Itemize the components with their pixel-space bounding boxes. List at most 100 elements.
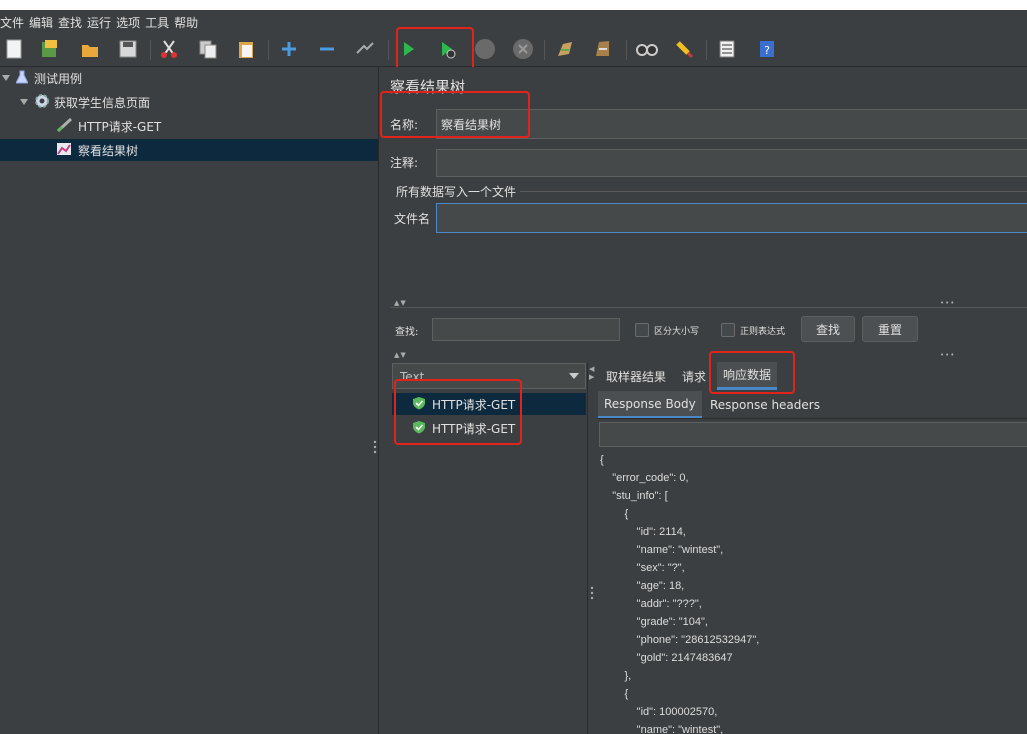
regex-checkbox[interactable] <box>721 323 735 337</box>
json-line: "age": 18, <box>600 580 685 592</box>
templates-icon[interactable] <box>39 38 61 60</box>
clear-all-icon[interactable] <box>592 38 614 60</box>
json-line: "phone": "28612532947", <box>600 634 760 646</box>
toggle-icon[interactable] <box>354 38 376 60</box>
search-icon[interactable] <box>636 38 658 60</box>
menu-help[interactable]: 帮助 <box>174 14 203 31</box>
tree-item-test-plan[interactable]: 测试用例 <box>0 67 378 89</box>
search-label: 查找: <box>395 327 419 338</box>
response-body: { "error_code": 0, "stu_info": [ { "id":… <box>598 451 1027 734</box>
filename-label: 文件名 <box>394 212 431 226</box>
json-line: "error_code": 0, <box>600 472 689 484</box>
name-field-value: 察看结果树 <box>441 118 502 132</box>
flask-icon <box>15 70 29 87</box>
new-icon[interactable] <box>3 38 25 60</box>
tree-item-http-request[interactable]: HTTP请求-GET <box>0 115 378 137</box>
menu-file[interactable]: 文件 <box>0 14 29 31</box>
test-plan-tree: 测试用例 获取学生信息页面 HTTP请求-GET 察看结果树 <box>0 67 379 734</box>
start-no-pauses-icon[interactable] <box>436 38 458 60</box>
success-shield-icon <box>412 420 426 437</box>
tab-request[interactable]: 请求 <box>676 362 712 390</box>
menu-tools[interactable]: 工具 <box>145 14 174 31</box>
menu-edit[interactable]: 编辑 <box>29 14 58 31</box>
json-line: { <box>600 508 629 520</box>
chevron-down-icon <box>569 373 579 379</box>
collapse-icon[interactable] <box>316 38 338 60</box>
menu-search[interactable]: 查找 <box>58 14 87 31</box>
split-arrows[interactable]: ◀ ▶ <box>589 365 595 381</box>
comment-field[interactable] <box>436 149 1027 177</box>
clear-icon[interactable] <box>554 38 576 60</box>
json-line: { <box>600 688 629 700</box>
menu-run[interactable]: 运行 <box>87 14 116 31</box>
json-line: "id": 100002570, <box>600 706 718 718</box>
help-icon[interactable]: ? <box>756 38 778 60</box>
start-icon[interactable] <box>397 38 419 60</box>
panel-title: 察看结果树 <box>390 78 466 96</box>
filename-field[interactable] <box>436 203 1027 233</box>
tree-item-thread-group[interactable]: 获取学生信息页面 <box>0 91 378 113</box>
tree-item-label: 察看结果树 <box>78 143 139 158</box>
tree-item-label: 测试用例 <box>34 71 83 86</box>
result-item[interactable]: HTTP请求-GET <box>392 393 586 415</box>
json-line: "addr": "???", <box>600 598 702 610</box>
save-icon[interactable] <box>117 38 139 60</box>
menu-options[interactable]: 选项 <box>116 14 145 31</box>
case-sensitive-label: 区分大小写 <box>654 327 700 337</box>
collapse-arrows-2[interactable]: ▲▼ <box>394 351 407 359</box>
json-line: { <box>600 454 604 466</box>
regex-label: 正则表达式 <box>740 327 786 337</box>
tab-sampler-result[interactable]: 取样器结果 <box>600 362 672 390</box>
file-group-label: 所有数据写入一个文件 <box>396 185 517 199</box>
json-line: "name": "wintest", <box>600 724 724 734</box>
gear-icon <box>34 93 50 112</box>
result-tabs: 取样器结果 请求 响应数据 <box>600 362 1027 390</box>
splitter-handle[interactable] <box>373 440 377 454</box>
renderer-value: Text <box>400 370 425 384</box>
divider-dots[interactable]: ••• <box>940 299 955 307</box>
result-item-label: HTTP请求-GET <box>432 397 516 412</box>
reset-search-icon[interactable] <box>674 38 696 60</box>
listener-panel: 察看结果树 名称: 察看结果树 注释: 所有数据写入一个文件 文件名 ▲▼ ••… <box>380 67 1027 734</box>
renderer-select[interactable]: Text <box>392 363 586 389</box>
success-shield-icon <box>412 396 426 413</box>
reset-button[interactable]: 重置 <box>862 316 918 342</box>
tree-item-view-results-tree[interactable]: 察看结果树 <box>0 139 378 161</box>
split-handle[interactable] <box>590 586 594 603</box>
case-sensitive-checkbox[interactable] <box>635 323 649 337</box>
expand-icon[interactable] <box>278 38 300 60</box>
search-field[interactable] <box>432 318 620 341</box>
response-subtabs: Response Body Response headers <box>598 391 1027 419</box>
stop-icon[interactable] <box>474 38 496 60</box>
group-divider <box>520 191 1027 192</box>
tree-item-label: 获取学生信息页面 <box>54 95 151 110</box>
result-item-label: HTTP请求-GET <box>432 421 516 436</box>
shutdown-icon[interactable] <box>512 38 534 60</box>
results-list: HTTP请求-GET HTTP请求-GET <box>390 390 587 734</box>
json-line: "stu_info": [ <box>600 490 668 502</box>
toolbar: ? <box>0 34 1027 67</box>
function-helper-icon[interactable] <box>716 38 738 60</box>
paste-icon[interactable] <box>235 38 257 60</box>
find-button[interactable]: 查找 <box>801 316 855 342</box>
json-line: "name": "wintest", <box>600 544 724 556</box>
tab-response-data[interactable]: 响应数据 <box>717 362 778 390</box>
collapse-arrows[interactable]: ▲▼ <box>394 299 407 307</box>
json-line: "sex": "?", <box>600 562 685 574</box>
name-field[interactable]: 察看结果树 <box>436 109 1027 139</box>
divider-dots-2[interactable]: ••• <box>940 351 955 359</box>
top-strip <box>0 0 1027 10</box>
cut-icon[interactable] <box>158 38 180 60</box>
sampler-icon <box>56 117 74 136</box>
tab-response-body[interactable]: Response Body <box>598 391 702 418</box>
svg-text:?: ? <box>764 44 770 57</box>
tree-item-label: HTTP请求-GET <box>78 119 162 134</box>
open-icon[interactable] <box>79 38 101 60</box>
menu-bar: 文件 编辑 查找 运行 选项 工具 帮助 <box>0 10 1027 34</box>
copy-icon[interactable] <box>197 38 219 60</box>
response-search-field[interactable] <box>599 422 1027 447</box>
comment-label: 注释: <box>390 156 419 170</box>
tab-response-headers[interactable]: Response headers <box>704 391 826 418</box>
result-item[interactable]: HTTP请求-GET <box>392 417 586 439</box>
listener-icon <box>56 142 72 159</box>
